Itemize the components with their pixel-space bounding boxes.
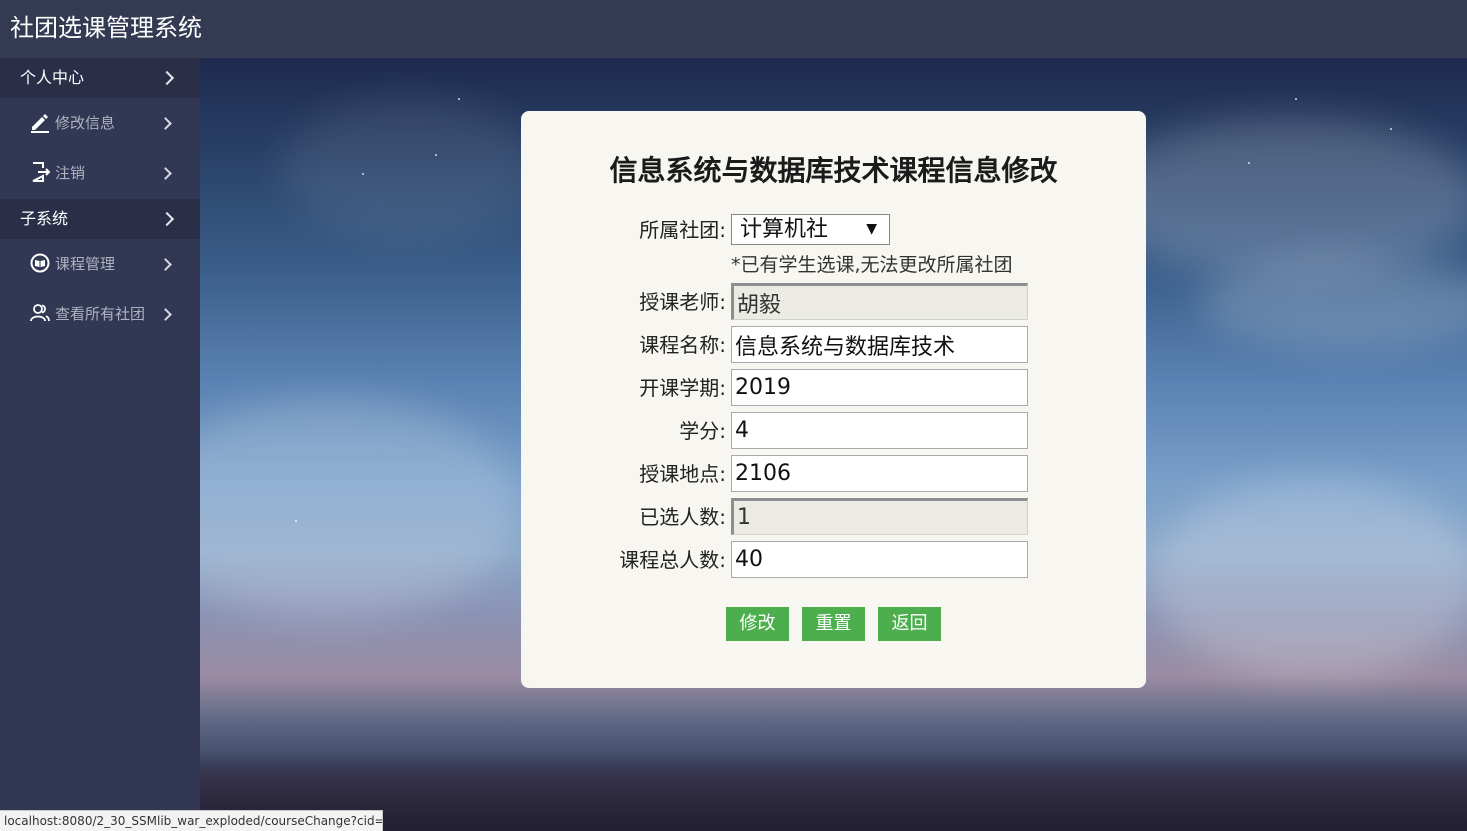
sidebar-item-course-management[interactable]: 课程管理 xyxy=(0,239,200,289)
chevron-right-icon xyxy=(159,308,172,321)
chevron-right-icon xyxy=(159,258,172,271)
term-label: 开课学期: xyxy=(639,376,726,400)
back-button[interactable]: 返回 xyxy=(878,607,941,641)
pencil-icon xyxy=(31,114,49,133)
course-name-field[interactable] xyxy=(731,326,1028,363)
sidebar-group-label: 个人中心 xyxy=(20,68,85,87)
sidebar: 个人中心 修改信息 注销 子系统 课程管理 查看所有社团 xyxy=(0,58,200,831)
chevron-right-icon xyxy=(159,70,175,86)
logout-icon xyxy=(32,162,51,182)
course-edit-form: 信息系统与数据库技术课程信息修改 所属社团: 计算机社 ▼ *已有学生选课,无法… xyxy=(521,111,1146,688)
credits-label: 学分: xyxy=(679,419,726,443)
enrolled-label: 已选人数: xyxy=(639,505,726,529)
enrolled-count-field[interactable] xyxy=(731,498,1028,535)
app-title: 社团选课管理系统 xyxy=(10,14,202,42)
sidebar-item-logout[interactable]: 注销 xyxy=(0,148,200,198)
sidebar-item-label: 课程管理 xyxy=(55,255,116,273)
reset-button[interactable]: 重置 xyxy=(802,607,865,641)
teacher-label: 授课老师: xyxy=(639,290,726,314)
sidebar-item-label: 查看所有社团 xyxy=(55,305,146,323)
term-field[interactable] xyxy=(731,369,1028,406)
club-select-value: 计算机社 xyxy=(740,217,829,242)
form-title: 信息系统与数据库技术课程信息修改 xyxy=(609,154,1058,187)
sidebar-group-label: 子系统 xyxy=(20,209,69,228)
browser-status-url: localhost:8080/2_30_SSMlib_war_exploded/… xyxy=(0,810,383,831)
teacher-field[interactable] xyxy=(731,283,1028,320)
dropdown-arrow-icon: ▼ xyxy=(866,221,877,237)
book-circle-icon xyxy=(30,253,50,273)
course-name-label: 课程名称: xyxy=(639,333,726,357)
location-label: 授课地点: xyxy=(639,462,726,486)
chevron-right-icon xyxy=(159,167,172,180)
credits-field[interactable] xyxy=(731,412,1028,449)
club-label: 所属社团: xyxy=(639,218,726,242)
sidebar-item-edit-info[interactable]: 修改信息 xyxy=(0,98,200,148)
club-select[interactable]: 计算机社 ▼ xyxy=(731,214,890,245)
chevron-right-icon xyxy=(159,117,172,130)
capacity-field[interactable] xyxy=(731,541,1028,578)
submit-button[interactable]: 修改 xyxy=(726,607,789,641)
users-icon xyxy=(30,304,50,322)
sidebar-item-label: 注销 xyxy=(55,164,86,182)
capacity-label: 课程总人数: xyxy=(619,548,726,572)
location-field[interactable] xyxy=(731,455,1028,492)
sidebar-item-all-clubs[interactable]: 查看所有社团 xyxy=(0,289,200,339)
chevron-right-icon xyxy=(159,211,175,227)
sidebar-item-label: 修改信息 xyxy=(55,114,116,132)
club-locked-note: *已有学生选课,无法更改所属社团 xyxy=(731,254,1013,276)
top-bar: 社团选课管理系统 xyxy=(0,0,1467,58)
sidebar-group-personal-center[interactable]: 个人中心 xyxy=(0,58,200,98)
sidebar-group-subsystem[interactable]: 子系统 xyxy=(0,199,200,239)
